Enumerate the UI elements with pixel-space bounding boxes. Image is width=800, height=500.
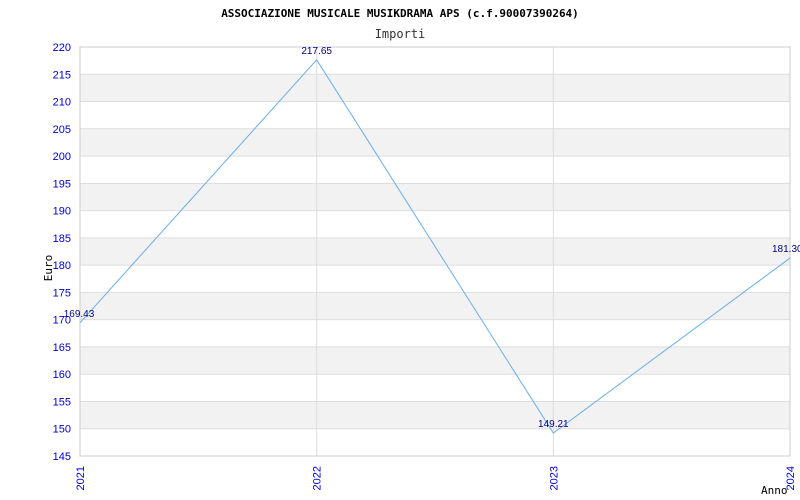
line-chart: 1451501551601651701751801851901952002052… — [42, 7, 800, 497]
grid-band — [80, 183, 790, 211]
y-tick-label: 210 — [53, 97, 71, 109]
x-axis-label: Anno — [761, 484, 788, 497]
data-label: 149.21 — [538, 419, 569, 430]
y-tick-label: 215 — [53, 69, 71, 81]
y-tick-label: 185 — [53, 233, 71, 245]
x-axis-ticks: 2021 2022 2023 2024 — [75, 466, 797, 490]
x-tick-label: 2022 — [312, 466, 324, 490]
grid-band — [80, 237, 790, 266]
data-label: 217.65 — [301, 46, 332, 57]
grid-band — [80, 128, 790, 157]
chart-subtitle: Importi — [375, 27, 426, 41]
x-tick-label: 2021 — [75, 466, 87, 490]
grid-band — [80, 74, 790, 102]
y-tick-label: 200 — [53, 151, 71, 163]
y-tick-label: 195 — [53, 178, 71, 190]
y-tick-label: 180 — [53, 260, 71, 272]
data-label: 169.43 — [64, 309, 95, 320]
y-tick-label: 165 — [53, 342, 71, 354]
y-tick-label: 160 — [53, 369, 71, 381]
y-tick-label: 220 — [53, 42, 71, 54]
y-axis-ticks: 1451501551601651701751801851901952002052… — [53, 42, 71, 463]
y-tick-label: 145 — [53, 451, 71, 463]
y-tick-label: 155 — [53, 396, 71, 408]
grid-band — [80, 292, 790, 320]
y-axis-label: Euro — [42, 255, 55, 282]
plot-background-bands — [80, 74, 790, 429]
x-tick-label: 2023 — [548, 466, 560, 490]
grid-band — [80, 401, 790, 429]
y-tick-label: 175 — [53, 287, 71, 299]
y-tick-label: 150 — [53, 424, 71, 436]
chart-title: ASSOCIAZIONE MUSICALE MUSIKDRAMA APS (c.… — [221, 7, 579, 20]
y-tick-label: 205 — [53, 124, 71, 136]
y-tick-label: 190 — [53, 206, 71, 218]
grid-band — [80, 346, 790, 375]
data-label: 181.30 — [772, 244, 800, 255]
